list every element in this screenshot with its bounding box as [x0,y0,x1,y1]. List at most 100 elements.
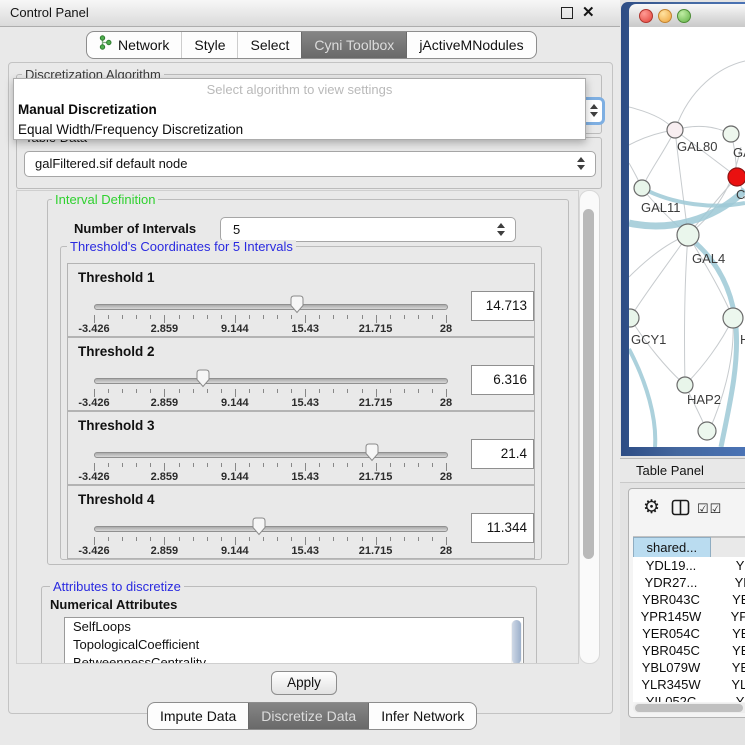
network-window-titlebar[interactable] [629,4,745,28]
slider-scale-label: 2.859 [151,397,179,409]
cell-shared-name[interactable]: YIL052C [633,693,709,702]
threshold-label: Threshold 3 [78,418,155,433]
column-header-shared-name[interactable]: shared... [633,537,711,558]
cell-shared-name[interactable]: YBL079W [633,659,709,676]
network-node[interactable] [677,377,693,393]
attribute-list-item[interactable]: TopologicalCoefficient [65,636,523,654]
tab-network[interactable]: Network [87,32,181,58]
threshold-slider-thumb[interactable] [251,517,267,536]
threshold-value-field[interactable]: 14.713 [471,291,534,321]
slider-scale-label: 9.144 [221,545,249,557]
threshold-slider-track[interactable] [94,452,448,458]
tab-label: Network [118,32,169,58]
tab-jactivemnodules[interactable]: jActiveMNodules [406,32,535,58]
cell-name[interactable]: YER054C [709,625,745,642]
float-window-icon[interactable] [561,7,573,19]
interval-definition-group: Interval Definition Number of Intervals … [47,199,569,565]
cell-name[interactable]: YPR145W [709,608,745,625]
threshold-slider-thumb[interactable] [195,369,211,388]
close-icon[interactable]: ✕ [582,3,595,21]
threshold-value-field[interactable]: 21.4 [471,439,534,469]
table-data-combobox[interactable]: galFiltered.sif default node [24,151,596,177]
cell-shared-name[interactable]: YER054C [633,625,709,642]
table-row[interactable]: YIL052CYIL052C [633,693,745,702]
zoom-traffic-light-icon[interactable] [677,9,691,23]
cell-shared-name[interactable]: YBR043C [633,591,709,608]
settings-scrollbar-thumb[interactable] [583,209,594,559]
threshold-slider-track[interactable] [94,378,448,384]
tab-infer-network[interactable]: Infer Network [368,703,476,729]
table-row[interactable]: YDR27...YDR27... [633,574,745,591]
network-node[interactable] [677,224,699,246]
network-edge [688,235,733,318]
apply-button[interactable]: Apply [271,671,337,695]
node-table-card: ⚙ ☑☑ shared... name YDL19...YDL19...YDR2… [628,488,745,718]
table-row[interactable]: YBL079WYBL079W [633,659,745,676]
network-node[interactable] [723,308,743,328]
cell-name[interactable]: YDR27... [709,574,745,591]
table-row[interactable]: YLR345WYLR345W [633,676,745,693]
settings-vertical-scrollbar[interactable] [579,190,600,664]
threshold-slider-thumb[interactable] [364,443,380,462]
thresholds-group: Threshold's Coordinates for 5 Intervals … [60,246,542,560]
gear-icon[interactable]: ⚙ [643,497,660,519]
tab-impute-data[interactable]: Impute Data [148,703,248,729]
numerical-attributes-list[interactable]: SelfLoopsTopologicalCoefficientBetweenne… [64,617,524,664]
network-canvas[interactable]: GAL80GACGAL11GAL4GCY1HHAP2 [629,27,745,447]
tab-style[interactable]: Style [181,32,237,58]
cell-name[interactable]: YLR345W [709,676,745,693]
cell-shared-name[interactable]: YPR145W [633,608,709,625]
table-row[interactable]: YPR145WYPR145W [633,608,745,625]
close-traffic-light-icon[interactable] [639,9,653,23]
attributes-list-scrollbar-thumb[interactable] [512,620,521,664]
table-row[interactable]: YER054CYER054C [633,625,745,642]
attributes-list-scrollbar[interactable] [511,620,522,664]
network-node[interactable] [629,309,639,327]
slider-scale-label: 15.43 [291,471,319,483]
table-hscrollbar-thumb[interactable] [635,704,743,712]
network-node[interactable] [634,180,650,196]
table-rows: YDL19...YDL19...YDR27...YDR27...YBR043CY… [633,557,745,702]
columns-split-icon[interactable] [671,499,690,521]
attribute-list-item[interactable]: BetweennessCentrality [65,654,523,664]
dropdown-option-manual-discretization[interactable]: Manual Discretization [14,100,585,120]
cell-name[interactable]: YBL079W [709,659,745,676]
table-horizontal-scrollbar[interactable] [633,703,745,713]
threshold-value-field[interactable]: 11.344 [471,513,534,543]
tab-discretize-data[interactable]: Discretize Data [248,703,368,729]
threshold-slider-track[interactable] [94,304,448,310]
slider-scale-label: 9.144 [221,397,249,409]
minimize-traffic-light-icon[interactable] [658,9,672,23]
cell-name[interactable]: YBR045C [709,642,745,659]
network-node[interactable] [723,126,739,142]
tab-label: Style [194,32,225,58]
cell-name[interactable]: YBR043C [709,591,745,608]
cell-shared-name[interactable]: YDL19... [633,557,709,574]
network-node[interactable] [728,168,745,186]
cell-name[interactable]: YDL19... [709,557,745,574]
dropdown-hint-option[interactable]: Select algorithm to view settings [14,79,585,100]
table-row[interactable]: YBR045CYBR045C [633,642,745,659]
dropdown-option-equal-width[interactable]: Equal Width/Frequency Discretization [14,120,585,139]
attribute-list-item[interactable]: SelfLoops [65,618,523,636]
threshold-slider-thumb[interactable] [289,295,305,314]
algorithm-dropdown-popup: Select algorithm to view settings Manual… [13,78,586,140]
cell-name[interactable]: YIL052C [709,693,745,702]
cell-shared-name[interactable]: YDR27... [633,574,709,591]
threshold-value-field[interactable]: 6.316 [471,365,534,395]
network-node-label: GA [733,145,745,160]
network-node[interactable] [698,422,716,440]
cell-shared-name[interactable]: YBR045C [633,642,709,659]
threshold-slider-track[interactable] [94,526,448,532]
attributes-group: Attributes to discretize Numerical Attri… [41,586,537,664]
column-header-name[interactable]: name [711,537,745,558]
cell-shared-name[interactable]: YLR345W [633,676,709,693]
tab-cyni-toolbox[interactable]: Cyni Toolbox [301,32,406,58]
table-row[interactable]: YBR043CYBR043C [633,591,745,608]
tab-label: Cyni Toolbox [314,32,394,58]
network-node[interactable] [667,122,683,138]
table-row[interactable]: YDL19...YDL19... [633,557,745,574]
tab-select[interactable]: Select [237,32,301,58]
network-node-label: GAL11 [641,200,681,215]
select-columns-checkboxes-icon[interactable]: ☑☑ [697,501,722,517]
